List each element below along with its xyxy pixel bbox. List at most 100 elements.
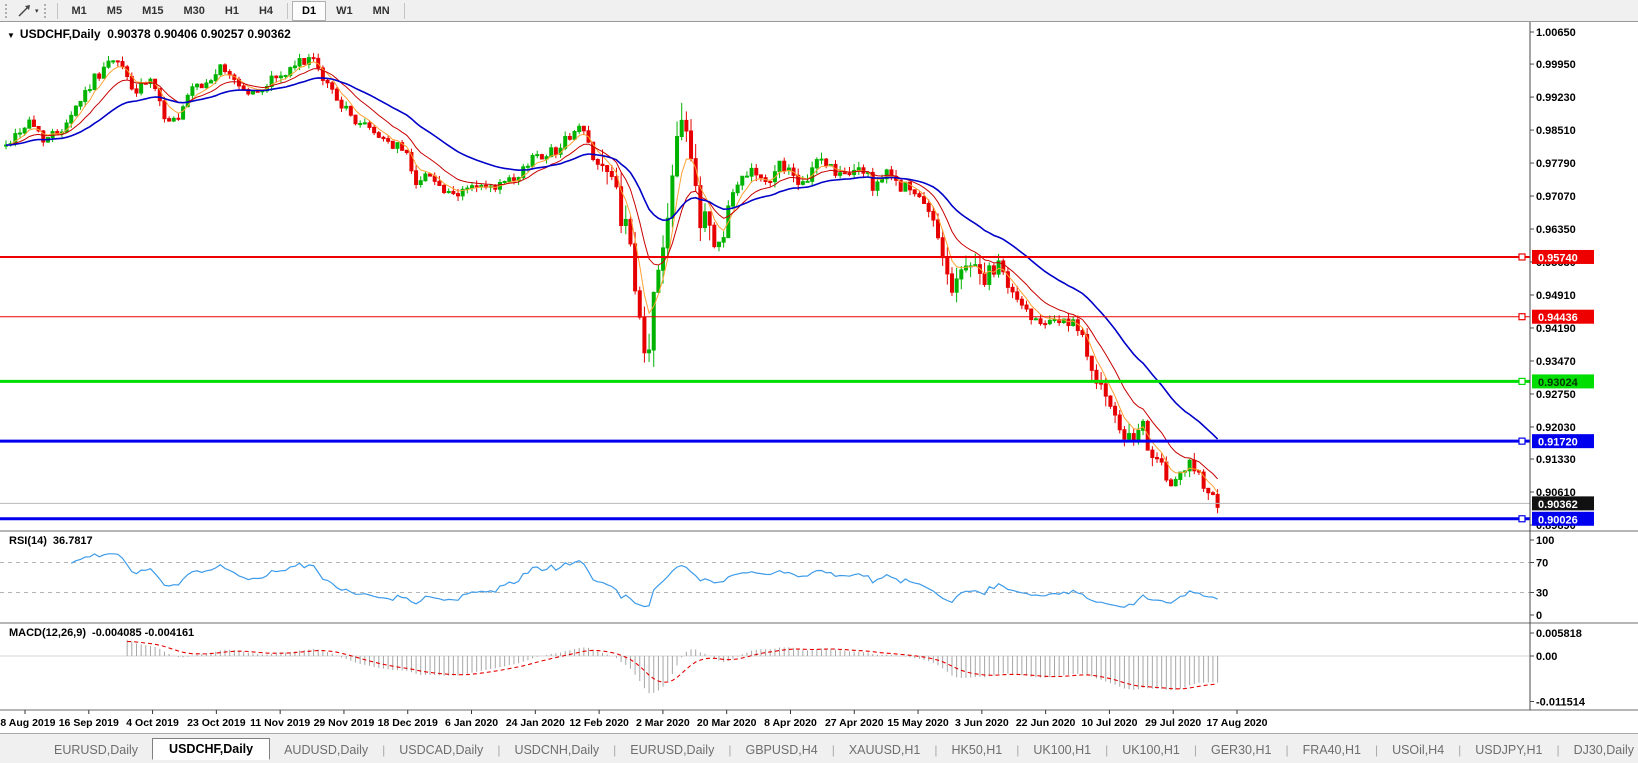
svg-text:0.90026: 0.90026 (1538, 514, 1578, 526)
toolbar-separator (287, 3, 288, 19)
svg-text:0.91720: 0.91720 (1538, 437, 1578, 449)
date-tick-label: 8 Apr 2020 (764, 717, 817, 729)
line-handle[interactable] (1519, 314, 1525, 320)
price-tick-label: 0.93470 (1536, 356, 1576, 368)
symbol-tab-fra40-12[interactable]: FRA40,H1 (1289, 740, 1375, 760)
date-tick-label: 11 Nov 2019 (250, 717, 310, 729)
toolbar-separator (404, 3, 405, 19)
date-tick-label: 6 Jan 2020 (445, 717, 498, 729)
symbol-tab-uk100-10[interactable]: UK100,H1 (1108, 740, 1194, 760)
symbol-tab-dj30-15[interactable]: DJ30,Daily (1560, 740, 1638, 760)
date-tick-label: 24 Jan 2020 (506, 717, 565, 729)
date-tick-label: 10 Jul 2020 (1081, 717, 1137, 729)
date-tick-label: 23 Oct 2019 (187, 717, 246, 729)
dropdown-caret-icon[interactable]: ▾ (35, 7, 39, 15)
timeframe-button-d1[interactable]: D1 (292, 1, 326, 21)
date-tick-label: 27 Apr 2020 (825, 717, 884, 729)
chart-area[interactable]: 1.00650 0.99950 0.99230 0.98510 0.97790 0.970… (0, 22, 1638, 733)
macd-axis-label: 0.005818 (1536, 628, 1582, 640)
svg-text:0.95740: 0.95740 (1538, 252, 1578, 264)
price-tick-label: 0.94910 (1536, 290, 1576, 302)
date-tick-label: 16 Sep 2019 (59, 717, 119, 729)
symbol-tab-eurusd-0[interactable]: EURUSD,Daily (40, 740, 152, 760)
symbol-tab-usdcad-3[interactable]: USDCAD,Daily (385, 740, 497, 760)
date-tick-label: 17 Aug 2020 (1207, 717, 1268, 729)
line-handle[interactable] (1519, 254, 1525, 260)
chart-canvas[interactable]: 1.00650 0.99950 0.99230 0.98510 0.97790 0.970… (0, 22, 1638, 733)
symbol-tab-uk100-9[interactable]: UK100,H1 (1019, 740, 1105, 760)
date-tick-label: 20 Mar 2020 (697, 717, 757, 729)
symbol-period-label: USDCHF,Daily (20, 27, 101, 41)
rsi-axis-label: 70 (1536, 558, 1548, 570)
timeframe-button-h1[interactable]: H1 (215, 1, 249, 21)
timeframe-button-m1[interactable]: M1 (62, 1, 97, 21)
timeframe-button-m5[interactable]: M5 (97, 1, 132, 21)
line-handle[interactable] (1519, 516, 1525, 522)
draw-tool-button[interactable]: ▾ (14, 2, 42, 20)
price-tick-label: 1.00650 (1536, 27, 1576, 39)
price-tick-label: 0.91330 (1536, 454, 1576, 466)
rsi-line (71, 554, 1217, 607)
svg-text:0.93024: 0.93024 (1538, 377, 1579, 389)
price-tick-label: 0.97070 (1536, 191, 1576, 203)
symbol-tab-usoil-13[interactable]: USOil,H4 (1378, 740, 1458, 760)
date-tick-label: 29 Nov 2019 (314, 717, 375, 729)
price-tick-label: 0.99230 (1536, 92, 1576, 104)
timeframe-button-group: M1M5M15M30H1H4 D1W1MN (62, 1, 409, 21)
price-tick-label: 0.99950 (1536, 59, 1576, 71)
symbol-tab-audusd-2[interactable]: AUDUSD,Daily (270, 740, 382, 760)
rsi-indicator-name: RSI(14) (9, 535, 47, 547)
price-tick-label: 0.92030 (1536, 422, 1576, 434)
rsi-axis-label: 100 (1536, 535, 1554, 547)
toolbar-grip[interactable] (5, 4, 10, 18)
symbol-tab-usdjpy-14[interactable]: USDJPY,H1 (1461, 740, 1556, 760)
svg-text:0.90362: 0.90362 (1538, 499, 1578, 511)
timeframe-button-h4[interactable]: H4 (249, 1, 283, 21)
price-tick-label: 0.97790 (1536, 158, 1576, 170)
timeframe-button-m30[interactable]: M30 (173, 1, 214, 21)
symbol-tab-eurusd-5[interactable]: EURUSD,Daily (616, 740, 728, 760)
macd-pane-label: MACD(12,26,9) -0.004085 -0.004161 (9, 627, 194, 639)
rsi-axis-label: 0 (1536, 610, 1542, 622)
rsi-pane-label: RSI(14) 36.7817 (9, 535, 93, 547)
date-tick-label: 15 May 2020 (887, 717, 948, 729)
collapse-indicator-icon[interactable]: ▼ (7, 31, 15, 40)
moving-average-5 (6, 62, 1218, 493)
date-tick-label: 18 Dec 2019 (378, 717, 438, 729)
macd-axis-label: -0.011514 (1536, 697, 1586, 709)
rsi-value: 36.7817 (53, 535, 93, 547)
date-tick-label: 22 Jun 2020 (1016, 717, 1076, 729)
toolbar-grip2[interactable] (44, 4, 49, 18)
rsi-axis-label: 30 (1536, 588, 1548, 600)
timeframe-button-m15[interactable]: M15 (132, 1, 173, 21)
symbol-tab-xauusd-7[interactable]: XAUUSD,H1 (835, 740, 935, 760)
symbol-tab-ger30-11[interactable]: GER30,H1 (1197, 740, 1285, 760)
timeframe-button-w1[interactable]: W1 (326, 1, 363, 21)
trendline-cursor-icon (17, 4, 33, 18)
timeframe-button-mn[interactable]: MN (363, 1, 400, 21)
date-tick-label: 2 Mar 2020 (636, 717, 690, 729)
symbol-tab-bar: EURUSD,DailyUSDCHF,DailyAUDUSD,Daily|USD… (0, 733, 1638, 763)
symbol-tab-usdchf-1[interactable]: USDCHF,Daily (152, 738, 270, 760)
macd-axis-label: 0.00 (1536, 651, 1557, 663)
line-handle[interactable] (1519, 378, 1525, 384)
date-tick-label: 28 Aug 2019 (0, 717, 56, 729)
price-tick-label: 0.92750 (1536, 389, 1576, 401)
date-tick-label: 3 Jun 2020 (955, 717, 1009, 729)
price-tick-label: 0.98510 (1536, 125, 1576, 137)
date-tick-label: 29 Jul 2020 (1145, 717, 1201, 729)
ohlc-values: 0.90378 0.90406 0.90257 0.90362 (107, 27, 291, 41)
moving-average-12 (6, 69, 1218, 479)
symbol-tab-hk50-8[interactable]: HK50,H1 (938, 740, 1017, 760)
moving-average-30 (6, 78, 1218, 439)
price-tick-label: 0.96350 (1536, 224, 1576, 236)
symbol-tab-gbpusd-6[interactable]: GBPUSD,H4 (731, 740, 831, 760)
date-tick-label: 12 Feb 2020 (569, 717, 629, 729)
macd-values: -0.004085 -0.004161 (92, 627, 194, 639)
toolbar-separator (57, 3, 58, 19)
symbol-tab-usdcnh-4[interactable]: USDCNH,Daily (500, 740, 613, 760)
svg-text:0.94436: 0.94436 (1538, 312, 1578, 324)
top-toolbar: ▾ M1M5M15M30H1H4 D1W1MN (0, 0, 1638, 22)
macd-indicator-name: MACD(12,26,9) (9, 627, 86, 639)
line-handle[interactable] (1519, 438, 1525, 444)
